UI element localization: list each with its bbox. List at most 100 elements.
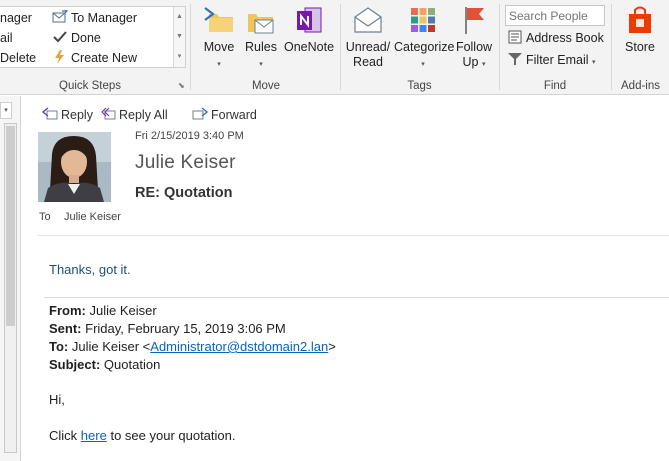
click-line: Click here to see your quotation. — [49, 428, 235, 443]
sender-avatar — [38, 132, 111, 202]
quoted-to-suffix: > — [328, 339, 336, 354]
quick-steps-group: nager To Manager ail Done Delete Create … — [0, 0, 190, 95]
to-label: To — [39, 211, 51, 223]
sent-label: Sent: — [49, 321, 82, 336]
move-group-label: Move — [251, 80, 281, 92]
flag-icon — [465, 7, 484, 34]
move-group: Move ▾ Rules ▾ OneNote Move — [192, 0, 340, 95]
quoted-from-line: From: Julie Keiser — [49, 303, 157, 318]
lightning-icon — [55, 50, 64, 64]
follow-up-label-line2: Up — [462, 55, 479, 69]
chevron-down-icon: ▾ — [259, 61, 263, 68]
tags-group-label: Tags — [407, 80, 432, 92]
chevron-down-icon: ▾ — [217, 61, 221, 68]
quick-step-email-partial[interactable]: ail — [0, 29, 13, 47]
filter-email-label: Filter Email — [526, 53, 589, 67]
scrollbar-thumb[interactable] — [6, 126, 15, 326]
from-value: Julie Keiser — [89, 303, 157, 318]
filter-icon — [508, 53, 522, 65]
search-people-input[interactable] — [505, 5, 605, 26]
reply-button[interactable]: Reply — [42, 107, 93, 123]
follow-up-label-line1: Follow — [455, 40, 493, 54]
move-folder-icon — [204, 7, 233, 32]
reply-icon — [42, 107, 58, 120]
store-label: Store — [625, 40, 655, 54]
quoted-divider — [44, 297, 669, 298]
quick-step-done[interactable]: Done — [52, 29, 101, 47]
click-suffix: to see your quotation. — [110, 428, 236, 443]
address-book-icon — [508, 30, 522, 44]
group-separator — [340, 4, 341, 90]
address-book-button[interactable]: Address Book — [507, 28, 604, 48]
quotation-link[interactable]: here — [81, 428, 107, 443]
forward-button[interactable]: Forward — [192, 107, 257, 123]
quick-steps-scroll[interactable]: ▲ ▼ ▾ — [173, 7, 185, 67]
categorize-icon — [411, 8, 435, 32]
unread-label-line2: Read — [353, 55, 383, 69]
reply-all-button[interactable]: Reply All — [100, 107, 168, 123]
unread-read-button[interactable]: Unread/ Read — [344, 4, 392, 70]
quoted-sent-line: Sent: Friday, February 15, 2019 3:06 PM — [49, 321, 286, 336]
quoted-subject-value: Quotation — [103, 357, 161, 372]
envelope-arrow-icon — [52, 8, 68, 23]
chevron-down-icon: ▾ — [592, 59, 596, 66]
recipient-name[interactable]: Julie Keiser — [64, 211, 121, 223]
rules-button-label: Rules — [245, 40, 277, 54]
sort-dropdown[interactable]: ▾ — [0, 102, 12, 119]
chevron-down-icon: ▾ — [481, 61, 486, 68]
email-link[interactable]: Administrator@dstdomain2.lan — [150, 339, 328, 354]
quick-step-to-manager-label: To Manager — [71, 11, 138, 25]
quick-step-done-label: Done — [71, 31, 101, 45]
find-group-label: Find — [543, 80, 567, 92]
from-label: From: — [49, 303, 86, 318]
sender-name[interactable]: Julie Keiser — [135, 152, 236, 174]
checkmark-icon — [53, 31, 67, 43]
scroll-down-icon[interactable]: ▼ — [174, 27, 185, 47]
message-date: Fri 2/15/2019 3:40 PM — [135, 130, 244, 142]
quick-step-create-new[interactable]: Create New — [52, 49, 137, 67]
message-list-strip: ▾ — [0, 96, 21, 461]
store-icon — [629, 6, 651, 33]
onenote-button[interactable]: OneNote — [282, 4, 336, 55]
quick-steps-label: Quick Steps — [59, 80, 121, 92]
address-book-label: Address Book — [526, 31, 604, 45]
reply-all-label: Reply All — [119, 108, 168, 122]
onenote-icon — [297, 7, 322, 33]
quick-step-to-manager[interactable]: To Manager — [52, 8, 138, 27]
categorize-label: Categorize — [394, 40, 455, 54]
dialog-launcher-icon[interactable]: ⬊ — [178, 81, 185, 90]
forward-icon — [192, 107, 208, 120]
quoted-to-line: To: Julie Keiser <Administrator@dstdomai… — [49, 339, 336, 354]
scroll-up-icon[interactable]: ▲ — [174, 7, 185, 27]
tags-group: Unread/ Read Categorize ▾ Follow Up ▾ Ta… — [342, 0, 497, 95]
quick-step-to-manager-partial[interactable]: nager — [0, 9, 32, 27]
quick-step-create-new-label: Create New — [71, 51, 137, 65]
greeting: Hi, — [49, 392, 65, 407]
unread-label-line1: Unread/ — [345, 40, 391, 54]
message-subject: RE: Quotation — [135, 185, 233, 201]
ribbon: nager To Manager ail Done Delete Create … — [0, 0, 669, 95]
sent-value: Friday, February 15, 2019 3:06 PM — [85, 321, 286, 336]
rules-button[interactable]: Rules ▾ — [244, 4, 278, 72]
filter-email-button[interactable]: Filter Email ▾ — [507, 50, 596, 70]
reply-label: Reply — [61, 108, 93, 122]
quick-step-delete-partial[interactable]: Delete — [0, 49, 36, 67]
store-button[interactable]: Store — [616, 4, 664, 55]
find-group: Address Book Filter Email ▾ Find — [499, 0, 611, 95]
follow-up-button[interactable]: Follow Up ▾ — [454, 4, 494, 72]
move-button-label: Move — [203, 40, 235, 54]
onenote-button-label: OneNote — [283, 40, 335, 54]
addins-group: Store Add-ins — [612, 0, 669, 95]
message-list-scrollbar[interactable] — [4, 123, 17, 453]
rules-icon — [248, 14, 274, 34]
quoted-to-value: Julie Keiser < — [71, 339, 151, 354]
chevron-down-icon: ▾ — [421, 61, 425, 68]
reading-pane: Reply Reply All Forward Fri 2/15/2019 3:… — [22, 96, 669, 461]
more-icon[interactable]: ▾ — [174, 47, 185, 67]
move-button[interactable]: Move ▾ — [198, 4, 240, 72]
reply-text: Thanks, got it. — [49, 262, 131, 277]
sender-photo — [38, 132, 111, 202]
click-prefix: Click — [49, 428, 78, 443]
envelope-open-icon — [354, 7, 382, 33]
categorize-button[interactable]: Categorize ▾ — [394, 4, 455, 72]
